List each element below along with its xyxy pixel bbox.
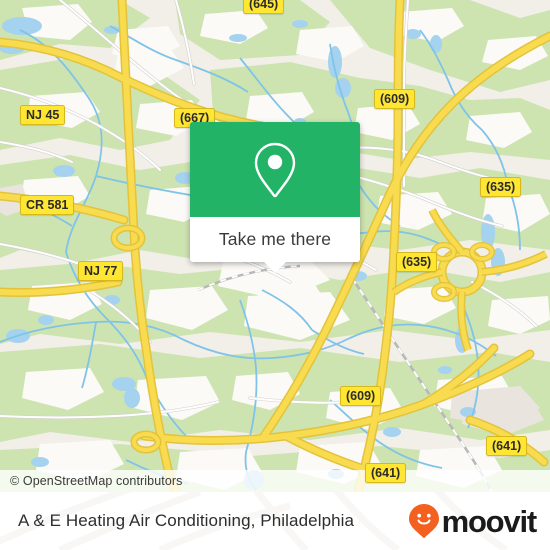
- road-shield-r635b: (635): [396, 252, 438, 272]
- moovit-wordmark: moovit: [441, 503, 538, 539]
- callout-action-area[interactable]: Take me there: [190, 217, 360, 273]
- moovit-smiley-pin-icon: [408, 504, 439, 538]
- location-callout-card[interactable]: Take me there: [190, 122, 360, 273]
- map-pin-icon: [254, 142, 296, 197]
- road-shield-nj77: NJ 77: [78, 261, 124, 281]
- road-shield-r641b: (641): [365, 463, 407, 483]
- road-shield-nj45: NJ 45: [20, 105, 66, 125]
- road-shield-r609b: (609): [340, 386, 382, 406]
- osm-attribution: © OpenStreetMap contributors: [0, 470, 550, 492]
- road-shield-r635a: (635): [480, 177, 522, 197]
- place-title: A & E Heating Air Conditioning, Philadel…: [18, 511, 355, 530]
- footer-bar: A & E Heating Air Conditioning, Philadel…: [0, 492, 550, 550]
- callout-tail: [264, 262, 286, 273]
- take-me-there-label: Take me there: [218, 229, 332, 249]
- map-screenshot: NJ 45 (667) (645) (609) (635) CR 581 (635) NJ 7…: [0, 0, 550, 550]
- road-shield-r609a: (609): [374, 89, 416, 109]
- moovit-brand: moovit: [408, 503, 538, 539]
- road-shield-r641a: (641): [486, 436, 528, 456]
- callout-icon-area: [190, 122, 360, 217]
- road-shield-cutoff: (645): [243, 0, 285, 14]
- road-shield-cr581: CR 581: [20, 195, 75, 215]
